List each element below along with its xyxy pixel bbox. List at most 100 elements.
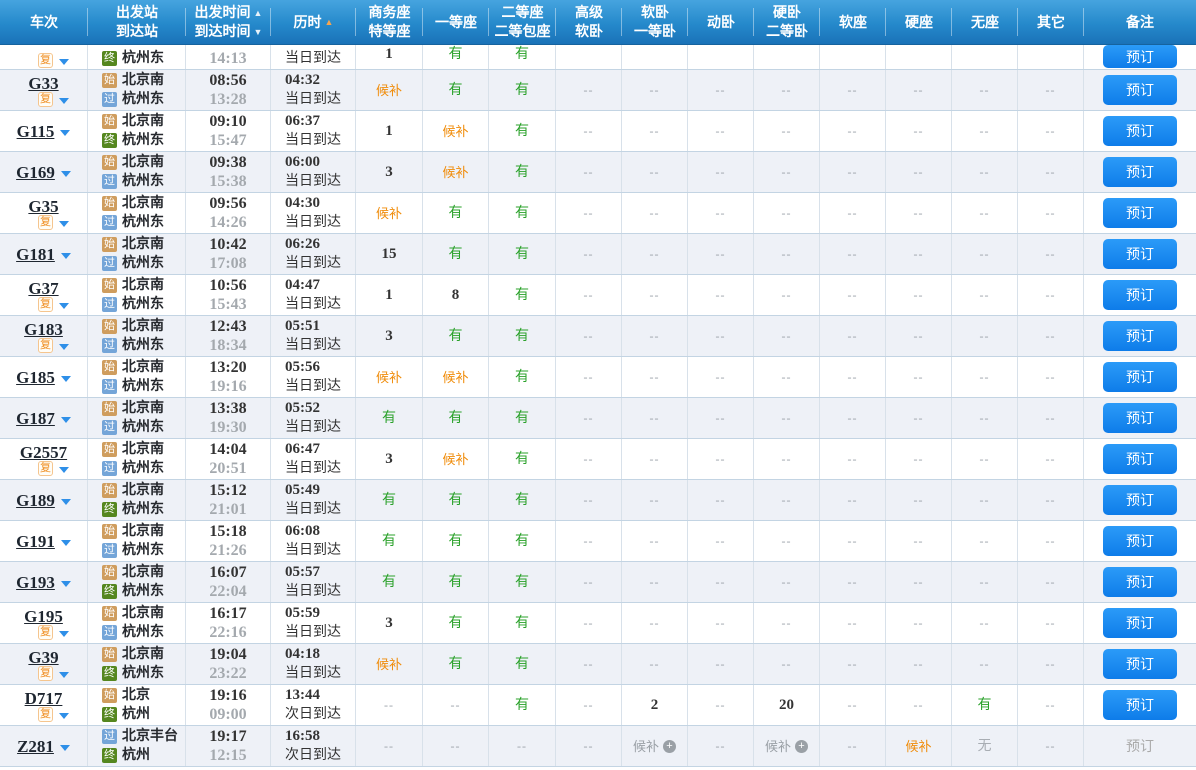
pass-station-badge: 过: [102, 379, 117, 394]
seat-value: --: [650, 122, 660, 141]
train-number-link[interactable]: G181: [16, 245, 55, 264]
seat-cell-other: --: [1018, 644, 1084, 684]
arrival-day-note: 当日到达: [285, 90, 341, 109]
duration-box: 06:08当日到达: [285, 522, 341, 560]
chevron-down-icon[interactable]: [61, 417, 71, 423]
chevron-down-icon[interactable]: [59, 303, 69, 309]
seat-value: --: [848, 573, 858, 592]
chevron-down-icon[interactable]: [59, 467, 69, 473]
chevron-down-icon[interactable]: [61, 499, 71, 505]
chevron-down-icon[interactable]: [59, 713, 69, 719]
chevron-down-icon[interactable]: [59, 631, 69, 637]
book-button[interactable]: 预订: [1103, 649, 1177, 679]
header-label: 软卧: [575, 22, 603, 41]
header-col-duration[interactable]: 历时▲: [271, 0, 356, 44]
origin-station-badge: 始: [102, 237, 117, 252]
departure-time: 08:56: [209, 71, 246, 90]
seat-value: --: [782, 122, 792, 141]
header-col-business-seat: 商务座特等座: [356, 0, 423, 44]
chevron-down-icon[interactable]: [59, 672, 69, 678]
seat-value: --: [782, 573, 792, 592]
book-button[interactable]: 预订: [1103, 45, 1177, 68]
duration-box: 05:56当日到达: [285, 358, 341, 396]
chevron-down-icon[interactable]: [59, 221, 69, 227]
header-col-times[interactable]: 出发时间▲到达时间▼: [186, 0, 271, 44]
remarks-cell: 预订: [1084, 152, 1196, 192]
train-number-link[interactable]: G169: [16, 163, 55, 182]
arrival-day-note: 当日到达: [285, 459, 341, 478]
waitlist-add-icon[interactable]: +: [795, 740, 808, 753]
book-button[interactable]: 预订: [1103, 239, 1177, 269]
seat-value: --: [716, 163, 726, 182]
chevron-down-icon[interactable]: [59, 98, 69, 104]
seat-cell-second-class: 有: [489, 521, 556, 561]
book-button[interactable]: 预订: [1103, 116, 1177, 146]
header-line: 出发站: [116, 3, 158, 22]
station-line: 过杭州东: [88, 336, 185, 355]
chevron-down-icon[interactable]: [61, 540, 71, 546]
train-number-link[interactable]: Z281: [17, 737, 54, 756]
book-button[interactable]: 预订: [1103, 157, 1177, 187]
book-button[interactable]: 预订: [1103, 567, 1177, 597]
chevron-down-icon[interactable]: [61, 376, 71, 382]
seat-cell-soft-sleeper: --: [622, 316, 688, 356]
stations-cell: 始北京南过杭州东: [88, 398, 186, 438]
chevron-down-icon[interactable]: [60, 745, 70, 751]
seat-value: --: [782, 204, 792, 223]
origin-station-badge: 始: [102, 278, 117, 293]
chevron-down-icon[interactable]: [61, 581, 71, 587]
train-number-link[interactable]: G189: [16, 491, 55, 510]
duration-time: 04:18: [285, 645, 320, 664]
seat-value: 2: [651, 696, 659, 715]
chevron-down-icon[interactable]: [61, 171, 71, 177]
remarks-cell: 预订: [1084, 45, 1196, 69]
seat-value: --: [848, 614, 858, 633]
times-cell: 19:1712:15: [186, 726, 271, 766]
seat-cell-soft-sleeper: --: [622, 521, 688, 561]
book-button[interactable]: 预订: [1103, 608, 1177, 638]
book-button[interactable]: 预订: [1103, 321, 1177, 351]
seat-value: 有: [449, 614, 463, 633]
train-row-G2557: G2557复始北京南过杭州东14:0420:5106:47当日到达3候补有---…: [0, 439, 1196, 480]
sort-asc-icon[interactable]: ▲: [325, 17, 334, 27]
train-number-link[interactable]: G115: [17, 122, 55, 141]
book-button[interactable]: 预订: [1103, 75, 1177, 105]
chevron-down-icon[interactable]: [59, 59, 69, 65]
seat-cell-first-class: 有: [423, 316, 489, 356]
train-number-link[interactable]: G185: [16, 368, 55, 387]
book-button[interactable]: 预订: [1103, 198, 1177, 228]
book-button[interactable]: 预订: [1103, 485, 1177, 515]
seat-cell-hard-seat: --: [886, 70, 952, 110]
chevron-down-icon[interactable]: [60, 130, 70, 136]
seat-cell-hard-seat: --: [886, 275, 952, 315]
train-number-link[interactable]: G187: [16, 409, 55, 428]
seat-cell-other: --: [1018, 562, 1084, 602]
station-line: 过杭州东: [88, 90, 185, 109]
seat-cell-hard-sleeper: --: [754, 316, 820, 356]
duration-time: 06:37: [285, 112, 320, 131]
book-button[interactable]: 预订: [1103, 403, 1177, 433]
book-button[interactable]: 预订: [1103, 280, 1177, 310]
station-line: 始北京南: [88, 563, 185, 582]
sort-asc-icon[interactable]: ▲: [254, 8, 263, 18]
seat-value: 有: [978, 696, 992, 715]
station-name: 北京南: [122, 645, 164, 664]
book-button[interactable]: 预订: [1103, 362, 1177, 392]
book-button[interactable]: 预订: [1103, 526, 1177, 556]
station-name: 北京丰台: [122, 727, 178, 746]
book-button[interactable]: 预订: [1103, 690, 1177, 720]
train-number-link[interactable]: G193: [16, 573, 55, 592]
sort-desc-icon[interactable]: ▼: [254, 27, 263, 37]
seat-cell-motor-sleeper: --: [688, 439, 754, 479]
remarks-cell: 预订: [1084, 70, 1196, 110]
seat-cell-second-class: 有: [489, 152, 556, 192]
train-number-line: G181: [16, 245, 71, 264]
station-line: 过杭州东: [88, 418, 185, 437]
book-button[interactable]: 预订: [1103, 444, 1177, 474]
duration-box: 13:44次日到达: [285, 686, 341, 724]
chevron-down-icon[interactable]: [61, 253, 71, 259]
waitlist-add-icon[interactable]: +: [663, 740, 676, 753]
chevron-down-icon[interactable]: [59, 344, 69, 350]
pass-station-badge: 过: [102, 92, 117, 107]
train-number-link[interactable]: G191: [16, 532, 55, 551]
